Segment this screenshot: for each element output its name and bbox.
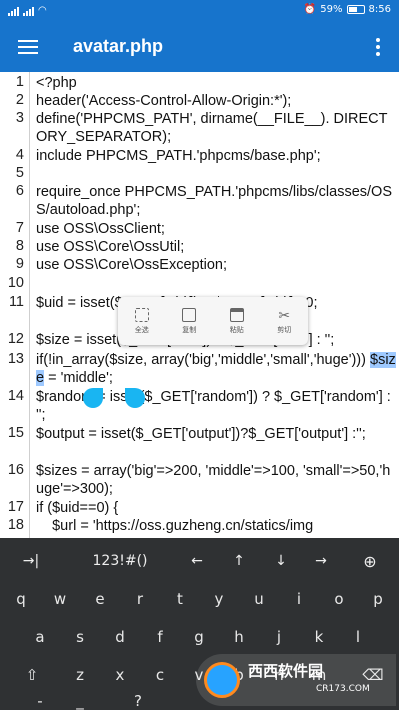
key-k[interactable]: k <box>301 620 337 654</box>
keyboard-toolbar-row: →| 123!#() ← ↑ ↓ → ⊕ <box>0 544 399 578</box>
globe-icon[interactable]: ⊕ <box>355 544 385 578</box>
line-number: 3 <box>15 110 24 126</box>
alarm-icon: ⏰ <box>303 4 317 15</box>
clock: 8:56 <box>368 4 391 15</box>
text-selection-menu: 全选 复制 粘贴 ✂ 剪切 <box>118 297 308 345</box>
arrow-right-key[interactable]: → <box>306 544 336 578</box>
line-number: 9 <box>15 256 24 272</box>
paste-icon <box>229 307 244 322</box>
key-p[interactable]: p <box>360 582 396 616</box>
line-number: 15 <box>7 425 24 441</box>
key-l[interactable]: l <box>340 620 376 654</box>
key-q[interactable]: q <box>3 582 39 616</box>
site-watermark: 西西软件园 CR173.COM <box>196 654 396 706</box>
key-y[interactable]: y <box>201 582 237 616</box>
key-t[interactable]: t <box>162 582 198 616</box>
code-text: $url = 'https://oss.guzheng.cn/statics/i… <box>36 518 314 534</box>
key-d[interactable]: d <box>102 620 138 654</box>
copy-icon <box>182 307 197 322</box>
watermark-domain: CR173.COM <box>316 684 370 694</box>
line-number: 5 <box>15 165 24 181</box>
key-h[interactable]: h <box>221 620 257 654</box>
cell-signal-icon-2 <box>23 6 34 16</box>
watermark-logo-icon <box>204 662 240 698</box>
watermark-brand: 西西软件园 <box>248 662 324 680</box>
code-text: use OSS\Core\OssException; <box>36 257 227 273</box>
key-u[interactable]: u <box>241 582 277 616</box>
line-number: 12 <box>7 331 24 347</box>
file-title: avatar.php <box>73 36 164 56</box>
code-text: header('Access-Control-Allow-Origin:*'); <box>36 93 292 109</box>
line-number: 8 <box>15 238 24 254</box>
key-g[interactable]: g <box>181 620 217 654</box>
battery-percent: 59% <box>320 4 343 15</box>
key-underscore[interactable]: _ <box>62 684 98 710</box>
status-bar: ◠ ⏰ 59% 8:56 <box>0 0 399 22</box>
paste-button[interactable]: 粘贴 <box>217 307 257 335</box>
symbols-key[interactable]: 123!#() <box>80 544 160 578</box>
key-j[interactable]: j <box>261 620 297 654</box>
line-number: 4 <box>15 147 24 163</box>
selected-text[interactable]: $size <box>36 352 396 386</box>
key-e[interactable]: e <box>82 582 118 616</box>
line-number: 7 <box>15 220 24 236</box>
tab-key[interactable]: →| <box>16 544 46 578</box>
key-f[interactable]: f <box>142 620 178 654</box>
code-text: use OSS\OssClient; <box>36 221 165 237</box>
key-dash[interactable]: - <box>22 684 58 710</box>
code-text: include PHPCMS_PATH.'phpcms/base.php'; <box>36 148 321 164</box>
key-s[interactable]: s <box>62 620 98 654</box>
arrow-down-key[interactable]: ↓ <box>266 544 296 578</box>
key-o[interactable]: o <box>321 582 357 616</box>
app-toolbar: avatar.php <box>0 22 399 72</box>
line-number: 6 <box>15 183 24 199</box>
status-right: ⏰ 59% 8:56 <box>304 4 391 15</box>
line-number: 14 <box>7 388 24 404</box>
line-number: 11 <box>8 294 24 310</box>
line-number: 10 <box>7 275 24 291</box>
signal-area: ◠ <box>8 5 47 16</box>
line-number: 2 <box>15 92 24 108</box>
keyboard-row-2: a s d f g h j k l <box>0 620 399 654</box>
code-text: define('PHPCMS_PATH', dirname(__FILE__).… <box>36 111 388 145</box>
cut-button[interactable]: ✂ 剪切 <box>264 308 304 335</box>
line-number: 17 <box>7 499 24 515</box>
selection-start-handle[interactable] <box>83 388 103 408</box>
keyboard-row-1: q w e r t y u i o p <box>0 582 399 616</box>
line-number: 13 <box>7 351 24 367</box>
key-a[interactable]: a <box>22 620 58 654</box>
select-all-button[interactable]: 全选 <box>122 307 162 335</box>
cut-icon: ✂ <box>278 307 291 324</box>
arrow-left-key[interactable]: ← <box>182 544 212 578</box>
line-number: 1 <box>15 74 24 90</box>
menu-icon[interactable] <box>18 40 38 54</box>
key-question[interactable]: ? <box>120 684 156 710</box>
code-text: if ($uid==0) { <box>36 500 119 516</box>
select-all-icon <box>134 307 149 322</box>
selection-end-handle[interactable] <box>125 388 145 408</box>
code-text: <?php <box>36 75 77 91</box>
key-w[interactable]: w <box>42 582 78 616</box>
battery-icon <box>346 5 365 14</box>
code-text: $sizes = array('big'=>200, 'middle'=>100… <box>36 463 391 497</box>
line-number: 18 <box>7 517 24 533</box>
copy-button[interactable]: 复制 <box>169 307 209 335</box>
code-text: require_once PHPCMS_PATH.'phpcms/libs/cl… <box>36 184 393 218</box>
key-i[interactable]: i <box>281 582 317 616</box>
code-text: use OSS\Core\OssUtil; <box>36 239 185 255</box>
arrow-up-key[interactable]: ↑ <box>224 544 254 578</box>
code-text: if(!in_array($size, array('big','middle'… <box>36 352 396 386</box>
overflow-menu-icon[interactable] <box>375 38 381 56</box>
line-number: 16 <box>7 462 24 478</box>
cell-signal-icon <box>8 6 19 16</box>
gutter-divider <box>29 72 30 538</box>
wifi-icon: ◠ <box>38 5 47 16</box>
key-r[interactable]: r <box>122 582 158 616</box>
code-text: $output = isset($_GET['output'])?$_GET['… <box>36 426 366 442</box>
